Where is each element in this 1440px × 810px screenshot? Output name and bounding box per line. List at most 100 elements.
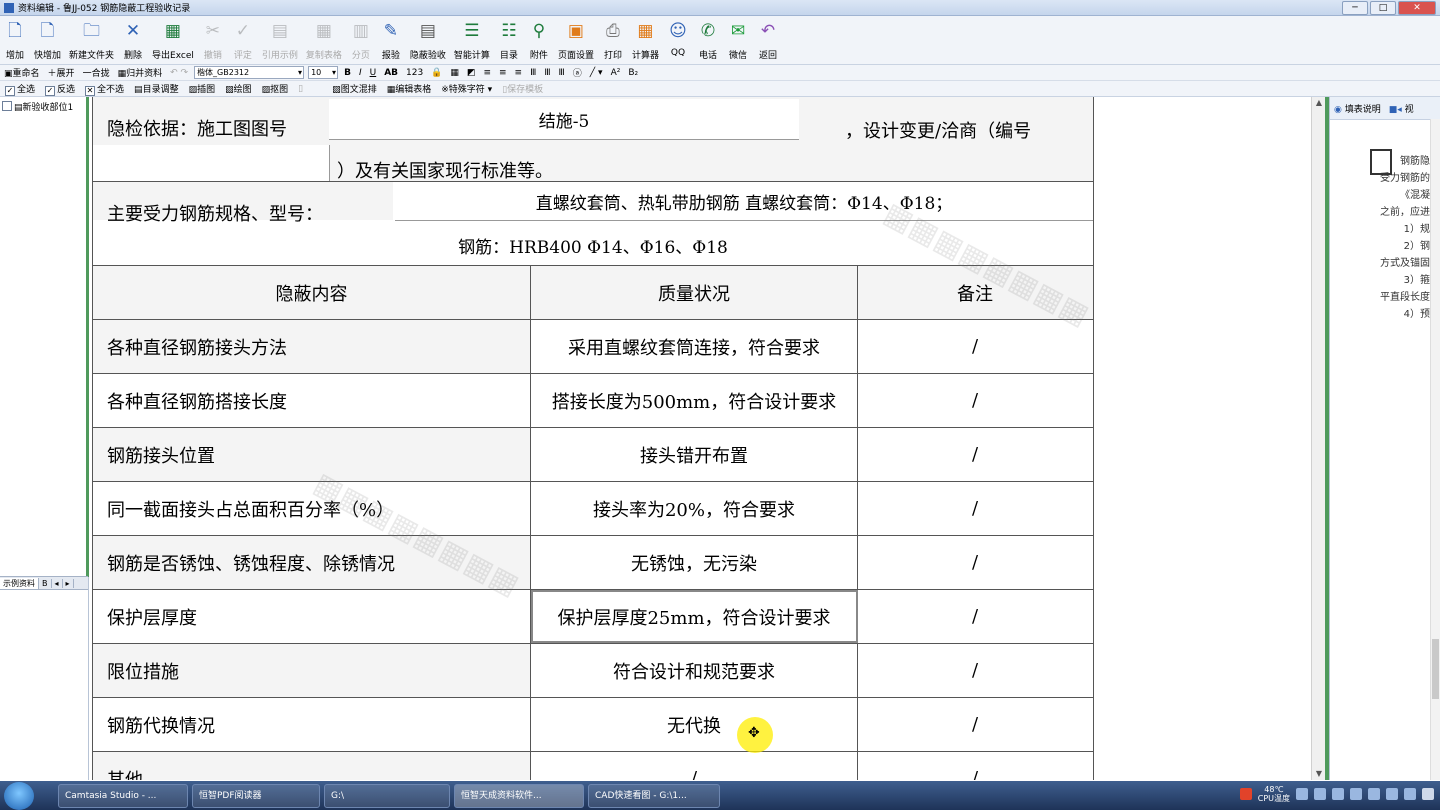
row-item-cell[interactable]: 钢筋接头位置	[93, 428, 531, 481]
dir-adjust-button[interactable]: ▤目录调整	[129, 82, 184, 95]
row-status-cell[interactable]: 符合设计和规范要求	[531, 644, 858, 697]
align-right-icon[interactable]: ≡	[511, 68, 527, 78]
start-button[interactable]	[4, 781, 34, 810]
ab-button[interactable]: AB	[380, 68, 402, 78]
minimize-button[interactable]: ─	[1342, 1, 1368, 15]
row-item-cell[interactable]: 各种直径钢筋搭接长度	[93, 374, 531, 427]
graphic-text-button[interactable]: ▨图文混排	[327, 82, 382, 95]
taskbar-item[interactable]: 恒智PDF阅读器	[192, 783, 320, 808]
draw-image-button[interactable]: ▨绘图	[220, 82, 257, 95]
tray-icon[interactable]	[1350, 788, 1362, 800]
row-note-cell[interactable]: /	[857, 536, 1093, 589]
spec-value-line1[interactable]: 直螺纹套筒、热轧带肋钢筋 直螺纹套筒：Φ14、Φ18；	[395, 182, 1093, 221]
toolbar-button-copy-table[interactable]: ▦ 复制表格	[302, 16, 346, 66]
maximize-button[interactable]: □	[1370, 1, 1396, 15]
font-select[interactable]: 楷体_GB2312	[194, 66, 305, 79]
font-size-select[interactable]: 10	[308, 66, 339, 79]
edit-table-button[interactable]: ▦编辑表格	[382, 82, 437, 95]
tray-app-icon[interactable]	[1239, 788, 1252, 800]
toolbar-button-check[interactable]: ✓ 评定	[228, 16, 258, 66]
toolbar-button-qq[interactable]: ☺ QQ	[663, 16, 693, 66]
row-status-cell[interactable]: 采用直螺纹套筒连接，符合要求	[531, 320, 858, 373]
fill-icon[interactable]: ◩	[463, 68, 480, 78]
row-note-cell[interactable]: /	[857, 482, 1093, 535]
row-item-cell[interactable]: 保护层厚度	[93, 590, 531, 643]
document-scrollbar[interactable]: ▲ ▼	[1311, 97, 1326, 780]
row-item-cell[interactable]: 其他	[93, 752, 531, 780]
show-desktop-button[interactable]	[1422, 788, 1434, 800]
row-note-cell[interactable]: /	[857, 428, 1093, 481]
save-template-button[interactable]: ▯保存模板	[497, 82, 548, 95]
toolbar-button-report[interactable]: ✎ 报验	[376, 16, 406, 66]
border-icon[interactable]: ▦	[446, 68, 463, 78]
circle-char-button[interactable]: ⓐ	[569, 66, 586, 79]
row-item-cell[interactable]: 各种直径钢筋接头方法	[93, 320, 531, 373]
tab-fill-instructions[interactable]: ◉ 填表说明	[1330, 102, 1385, 115]
lock-icon[interactable]: 🔒	[427, 68, 446, 78]
toolbar-button-delete-x[interactable]: ✕ 删除	[118, 16, 148, 66]
tray-icon[interactable]	[1314, 788, 1326, 800]
help-scrollbar[interactable]	[1430, 119, 1440, 780]
invert-select-checkbox[interactable]: ✓ 反选	[40, 82, 80, 96]
underline-button[interactable]: U	[366, 68, 381, 78]
select-none-checkbox[interactable]: ✕ 全不选	[80, 82, 129, 96]
tab-scroll-left-icon[interactable]: ◂	[52, 578, 63, 588]
row-note-cell[interactable]: /	[857, 320, 1093, 373]
tree-item-root[interactable]: ▤新验收部位1	[2, 100, 73, 113]
taskbar-item[interactable]: 恒智天成资料软件...	[454, 783, 584, 808]
subscript-button[interactable]: B₂	[624, 68, 642, 78]
taskbar-item[interactable]: CAD快速看图 - G:\1...	[588, 783, 720, 808]
crop-image-button[interactable]: ▨抠图	[257, 82, 294, 95]
toolbar-button-excel[interactable]: ▦ 导出Excel	[148, 16, 198, 66]
toolbar-button-calculator[interactable]: ▦ 计算器	[628, 16, 663, 66]
row-status-cell[interactable]: 无锈蚀，无污染	[531, 536, 858, 589]
row-item-cell[interactable]: 钢筋代换情况	[93, 698, 531, 751]
expand-button[interactable]: ＋展开	[44, 66, 79, 79]
row-item-cell[interactable]: 钢筋是否锈蚀、锈蚀程度、除锈情况	[93, 536, 531, 589]
spacing-icon[interactable]: Ⅲ	[555, 68, 569, 78]
align-left-icon[interactable]: ≡	[479, 68, 495, 78]
taskbar-item[interactable]: Camtasia Studio - ...	[58, 783, 188, 808]
toolbar-button-wechat[interactable]: ✉ 微信	[723, 16, 753, 66]
tab-b[interactable]: B	[39, 578, 52, 588]
row-note-cell[interactable]: /	[857, 590, 1093, 643]
toolbar-button-new-doc[interactable]: 🗋 增加	[0, 16, 30, 66]
tab-examples[interactable]: 示例资料	[0, 577, 39, 589]
toolbar-button-cut[interactable]: ✂ 撤销	[198, 16, 228, 66]
row-status-cell[interactable]: 无代换	[531, 698, 858, 751]
toolbar-button-page-setup[interactable]: ▣ 页面设置	[554, 16, 598, 66]
merge-button[interactable]: 一合拢	[79, 66, 114, 79]
toolbar-button-printer[interactable]: ⎙ 打印	[598, 16, 628, 66]
taskbar-item[interactable]: G:\	[324, 783, 450, 808]
select-all-checkbox[interactable]: ✓ 全选	[0, 82, 40, 96]
spec-value-line2[interactable]: 钢筋：HRB400 Φ14、Φ16、Φ18	[93, 225, 1093, 265]
align-center-icon[interactable]: ≡	[495, 68, 511, 78]
row-status-cell[interactable]: 保护层厚度25mm，符合设计要求	[531, 590, 858, 643]
tab-scroll-right-icon[interactable]: ▸	[63, 578, 74, 588]
volume-icon[interactable]	[1404, 788, 1416, 800]
archive-button[interactable]: ▦归并资料	[114, 66, 167, 79]
toolbar-button-phone[interactable]: ✆ 电话	[693, 16, 723, 66]
tray-icon[interactable]	[1296, 788, 1308, 800]
column-icon[interactable]: Ⅲ	[540, 68, 554, 78]
toolbar-button-hidden-check[interactable]: ▤ 隐蔽验收	[406, 16, 450, 66]
row-status-cell[interactable]: 搭接长度为500mm，符合设计要求	[531, 374, 858, 427]
toolbar-button-paperclip[interactable]: ⚲ 附件	[524, 16, 554, 66]
undo-icon[interactable]: ↶ ↷	[166, 68, 192, 78]
line-icon[interactable]: ╱ ▾	[586, 68, 607, 78]
row-status-cell[interactable]: 接头错开布置	[531, 428, 858, 481]
toolbar-button-doc-ref[interactable]: ▤ 引用示例	[258, 16, 302, 66]
close-button[interactable]: ✕	[1398, 1, 1436, 15]
toolbar-button-back-arrow[interactable]: ↶ 返回	[753, 16, 783, 66]
toolbar-button-calc-stack[interactable]: ☰ 智能计算	[450, 16, 494, 66]
insert-image-button[interactable]: ▨插图	[184, 82, 221, 95]
tray-icon[interactable]	[1332, 788, 1344, 800]
toolbar-button-split[interactable]: ▥ 分页	[346, 16, 376, 66]
toolbar-button-quick-add[interactable]: 🗋 快增加	[30, 16, 65, 66]
row-note-cell[interactable]: /	[857, 644, 1093, 697]
toolbar-button-folder[interactable]: 🗀 新建文件夹	[65, 16, 118, 66]
rename-button[interactable]: ▣重命名	[0, 66, 44, 79]
change-no-field[interactable]	[93, 145, 330, 181]
row-status-cell[interactable]: 接头率为20%，符合要求	[531, 482, 858, 535]
italic-button[interactable]: I	[355, 68, 366, 78]
